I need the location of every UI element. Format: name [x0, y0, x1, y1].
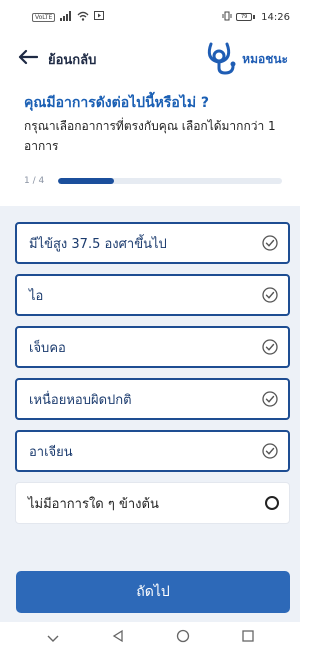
progress-text: 1 / 4	[24, 176, 45, 186]
progress-track	[58, 178, 282, 184]
nav-collapse-button[interactable]	[41, 625, 65, 649]
check-circle-icon	[262, 443, 278, 459]
app-bar: ย้อนกลับ หมอชนะ	[0, 34, 300, 84]
wifi-icon	[77, 11, 89, 24]
square-recents-icon	[241, 628, 255, 647]
option-label: ไอ	[29, 288, 44, 304]
option-shortness-of-breath[interactable]: เหนื่อยหอบผิดปกติ	[15, 378, 290, 420]
triangle-back-icon	[111, 628, 125, 647]
media-icon	[94, 11, 105, 23]
progress-indicator: 1 / 4	[24, 174, 282, 188]
option-vomiting[interactable]: อาเจียน	[15, 430, 290, 472]
progress-fill	[58, 178, 114, 184]
status-bar: VoLTE 79 14:26	[0, 0, 300, 34]
nav-back-button[interactable]	[106, 625, 130, 649]
back-label: ย้อนกลับ	[48, 52, 97, 68]
check-circle-icon	[262, 287, 278, 303]
circle-home-icon	[176, 628, 190, 647]
back-button[interactable]: ย้อนกลับ	[18, 49, 96, 70]
option-no-symptoms[interactable]: ไม่มีอาการใด ๆ ข้างต้น	[15, 482, 290, 524]
option-label: เจ็บคอ	[29, 340, 66, 356]
battery-icon: 79	[236, 13, 256, 21]
question-subtitle: กรุณาเลือกอาการที่ตรงกับคุณ เลือกได้มากก…	[24, 119, 276, 153]
chevron-down-icon	[46, 628, 60, 647]
check-circle-icon	[262, 235, 278, 251]
stethoscope-logo-icon	[205, 38, 239, 80]
check-circle-icon	[262, 391, 278, 407]
option-label: มีไข้สูง 37.5 องศาขึ้นไป	[29, 236, 167, 252]
app-logo: หมอชนะ	[205, 38, 288, 80]
clock: 14:26	[261, 11, 290, 23]
battery-level: 79	[236, 13, 253, 21]
check-circle-icon	[262, 339, 278, 355]
logo-text: หมอชนะ	[242, 51, 288, 66]
nav-recents-button[interactable]	[236, 625, 260, 649]
vibrate-icon	[222, 11, 232, 24]
next-button[interactable]: ถัดไป	[16, 571, 290, 613]
arrow-left-icon	[18, 49, 39, 69]
question-block: คุณมีอาการดังต่อไปนี้หรือไม่ ? กรุณาเลือ…	[24, 94, 286, 156]
option-label: เหนื่อยหอบผิดปกติ	[29, 392, 132, 408]
question-title: คุณมีอาการดังต่อไปนี้หรือไม่ ?	[24, 95, 210, 111]
option-label: ไม่มีอาการใด ๆ ข้างต้น	[28, 496, 159, 512]
signal-icon	[60, 10, 72, 24]
option-label: อาเจียน	[29, 444, 73, 460]
option-fever[interactable]: มีไข้สูง 37.5 องศาขึ้นไป	[15, 222, 290, 264]
status-left: VoLTE	[32, 10, 105, 24]
radio-icon	[265, 496, 279, 510]
system-nav-bar	[0, 622, 300, 652]
option-sore-throat[interactable]: เจ็บคอ	[15, 326, 290, 368]
status-right: 79 14:26	[222, 11, 290, 24]
nav-home-button[interactable]	[171, 625, 195, 649]
volte-badge: VoLTE	[32, 12, 56, 22]
option-cough[interactable]: ไอ	[15, 274, 290, 316]
